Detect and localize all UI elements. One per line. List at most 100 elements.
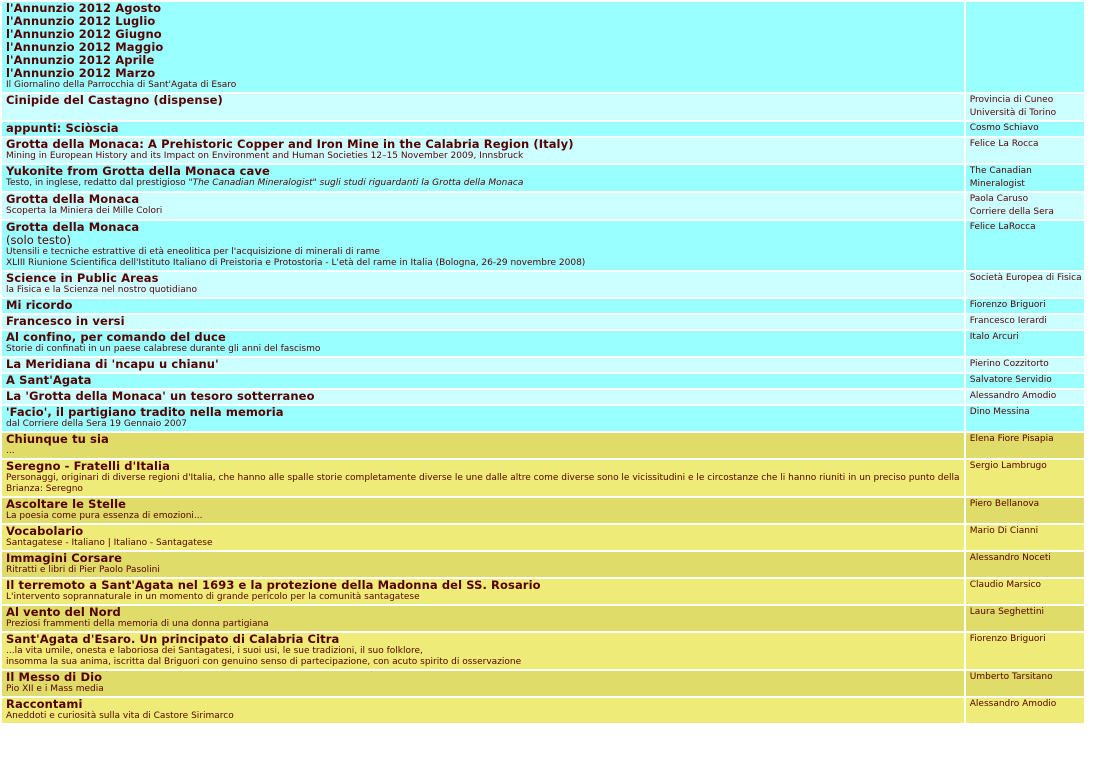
author-name: Italo Arcuri <box>969 331 1019 342</box>
author-name: Mineralogist <box>969 178 1025 189</box>
publication-description: Preziosi frammenti della memoria di una … <box>6 618 269 629</box>
publication-title-link[interactable]: Raccontami <box>6 698 964 711</box>
table-row: Grotta della Monaca Scoperta la Miniera d… <box>2 193 1084 219</box>
publication-title-link[interactable]: Sant'Agata d'Esaro. Un principato di Cal… <box>6 633 964 646</box>
author-name: Francesco Ierardi <box>969 315 1047 326</box>
publication-cell: 'Facio', il partigiano tradito nella mem… <box>2 405 964 431</box>
author-cell: The Canadian Mineralogist <box>965 165 1084 191</box>
publication-title-link[interactable]: Francesco in versi <box>6 315 964 328</box>
publication-description: Il Giornalino della Parrocchia di Sant'A… <box>6 80 237 90</box>
publication-cell: Il Messo di Dio Pio XII e i Mass media <box>2 670 964 696</box>
publication-description: Pio XII e i Mass media <box>6 683 104 694</box>
publication-title-link[interactable]: Cinipide del Castagno (dispense) <box>6 94 964 107</box>
publication-title-link[interactable]: Al vento del Nord <box>6 606 964 619</box>
publication-title-link[interactable]: Grotta della Monaca <box>6 221 964 234</box>
table-row: Cinipide del Castagno (dispense) Provinci… <box>2 94 1084 120</box>
publication-cell: Al vento del Nord Preziosi frammenti dell… <box>2 605 964 631</box>
publication-title-link[interactable]: l'Annunzio 2012 Marzo <box>6 67 964 80</box>
table-row: Al vento del Nord Preziosi frammenti dell… <box>2 605 1084 631</box>
author-cell <box>965 2 1084 92</box>
author-name: Paola Caruso <box>969 194 1029 204</box>
table-row: Il terremoto a Sant'Agata nel 1693 e la … <box>2 578 1084 604</box>
publication-title-link[interactable]: Grotta della Monaca: A Prehistoric Coppe… <box>6 138 964 151</box>
author-name: Mario Di Cianni <box>969 525 1039 536</box>
publications-table: l'Annunzio 2012 Agosto l'Annunzio 2012 Lu… <box>0 0 1086 725</box>
publication-title-link[interactable]: Mi ricordo <box>6 299 964 312</box>
author-cell: Felice La Rocca <box>965 138 1084 163</box>
publication-description: Aneddoti e curiosità sulla vita di Casto… <box>6 710 234 721</box>
publication-cell: Mi ricordo <box>2 298 964 313</box>
author-name: Laura Seghettini <box>969 606 1045 617</box>
author-name: Alessandro Amodio <box>969 390 1057 401</box>
publication-title-link[interactable]: Il terremoto a Sant'Agata nel 1693 e la … <box>6 579 964 592</box>
publication-title-link[interactable]: appunti: Sciòscia <box>6 122 964 135</box>
publication-title-link[interactable]: La 'Grotta della Monaca' un tesoro sotte… <box>6 390 964 403</box>
publication-title-link[interactable]: Grotta della Monaca <box>6 193 964 206</box>
table-row: l'Annunzio 2012 Agosto l'Annunzio 2012 Lu… <box>2 2 1084 92</box>
publication-description: Testo, in inglese, redatto dal prestigio… <box>6 178 964 189</box>
publication-cell: Il terremoto a Sant'Agata nel 1693 e la … <box>2 578 964 604</box>
table-row: Vocabolario Santagatese - Italiano | Ital… <box>2 524 1084 550</box>
publication-title-link[interactable]: Chiunque tu sia <box>6 433 964 446</box>
table-row: 'Facio', il partigiano tradito nella mem… <box>2 405 1084 431</box>
publication-cell: La Meridiana di 'ncapu u chianu' <box>2 357 964 372</box>
publication-cell: appunti: Sciòscia <box>2 122 964 136</box>
publication-cell: Ascoltare le Stelle La poesia come pura e… <box>2 497 964 523</box>
publication-cell: A Sant'Agata <box>2 373 964 388</box>
author-cell: Sergio Lambrugo <box>965 459 1084 496</box>
table-row: Yukonite from Grotta della Monaca cave Te… <box>2 165 1084 191</box>
author-name: Felice LaRocca <box>969 222 1036 232</box>
author-name: Cosmo Schiavo <box>969 123 1039 133</box>
publication-title-link[interactable]: Vocabolario <box>6 525 964 538</box>
publication-cell: Grotta della Monaca (solo testo) Utensili … <box>2 221 964 270</box>
author-cell: Felice LaRocca <box>965 221 1084 270</box>
publication-cell: Francesco in versi <box>2 314 964 329</box>
table-row: Science in Public Areas la Fisica e la Sc… <box>2 271 1084 297</box>
publication-title-link[interactable]: Science in Public Areas <box>6 272 964 285</box>
author-name: Umberto Tarsitano <box>969 671 1053 682</box>
publication-description: XLIII Riunione Scientifica dell'Istituto… <box>6 257 586 268</box>
description-emphasis: "The Canadian Mineralogist" sugli studi … <box>188 178 524 188</box>
publication-title-link[interactable]: La Meridiana di 'ncapu u chianu' <box>6 358 964 371</box>
publication-cell: Grotta della Monaca Scoperta la Miniera d… <box>2 193 964 219</box>
author-name: Pierino Cozzitorto <box>969 358 1049 369</box>
author-cell: Alessandro Amodio <box>965 389 1084 404</box>
publication-title-link[interactable]: Ascoltare le Stelle <box>6 498 964 511</box>
publication-description: Santagatese - Italiano | Italiano - Sant… <box>6 537 213 548</box>
publication-cell: Cinipide del Castagno (dispense) <box>2 94 964 120</box>
author-cell: Piero Bellanova <box>965 497 1084 523</box>
publication-description: Personaggi, originari di diverse regioni… <box>6 472 960 494</box>
author-cell: Dino Messina <box>965 405 1084 431</box>
publication-title-link[interactable]: Immagini Corsare <box>6 552 964 565</box>
publication-title-link[interactable]: Seregno - Fratelli d'Italia <box>6 460 964 473</box>
author-name: Claudio Marsico <box>969 579 1041 590</box>
author-cell: Laura Seghettini <box>965 605 1084 631</box>
author-cell: Società Europea di Fisica <box>965 271 1084 297</box>
author-name: The Canadian <box>969 166 1032 176</box>
publication-cell: Sant'Agata d'Esaro. Un principato di Cal… <box>2 632 964 669</box>
author-name: Provincia di Cuneo <box>969 95 1054 105</box>
author-cell: Alessandro Amodio <box>965 697 1084 723</box>
publication-description: Mining in European History and its Impac… <box>6 151 524 161</box>
publication-cell: La 'Grotta della Monaca' un tesoro sotte… <box>2 389 964 404</box>
publication-description: La poesia come pura essenza di emozioni.… <box>6 510 203 521</box>
author-name: Fiorenzo Briguori <box>969 299 1046 310</box>
author-cell: Mario Di Cianni <box>965 524 1084 550</box>
publication-title-link[interactable]: Al confino, per comando del duce <box>6 331 964 344</box>
publication-description: ...la vita umile, onesta e laboriosa dei… <box>6 645 423 656</box>
author-name: Alessandro Amodio <box>969 698 1057 709</box>
publication-title-link[interactable]: Yukonite from Grotta della Monaca cave <box>6 165 964 178</box>
publication-title-link[interactable]: 'Facio', il partigiano tradito nella mem… <box>6 406 964 419</box>
table-row: Mi ricordo Fiorenzo Briguori <box>2 298 1084 313</box>
table-row: Chiunque tu sia... Elena Fiore Pisapia <box>2 432 1084 458</box>
table-row: Seregno - Fratelli d'Italia Personaggi, o… <box>2 459 1084 496</box>
author-name: Sergio Lambrugo <box>969 460 1047 471</box>
author-cell: Alessandro Noceti <box>965 551 1084 577</box>
publication-title-link[interactable]: Il Messo di Dio <box>6 671 964 684</box>
publication-description: la Fisica e la Scienza nel nostro quotid… <box>6 284 197 295</box>
author-cell: Claudio Marsico <box>965 578 1084 604</box>
author-cell: Provincia di Cuneo Università di Torino <box>965 94 1084 120</box>
publication-cell: Science in Public Areas la Fisica e la Sc… <box>2 271 964 297</box>
publication-title-link[interactable]: A Sant'Agata <box>6 374 964 387</box>
author-name: Salvatore Servidio <box>969 374 1052 385</box>
